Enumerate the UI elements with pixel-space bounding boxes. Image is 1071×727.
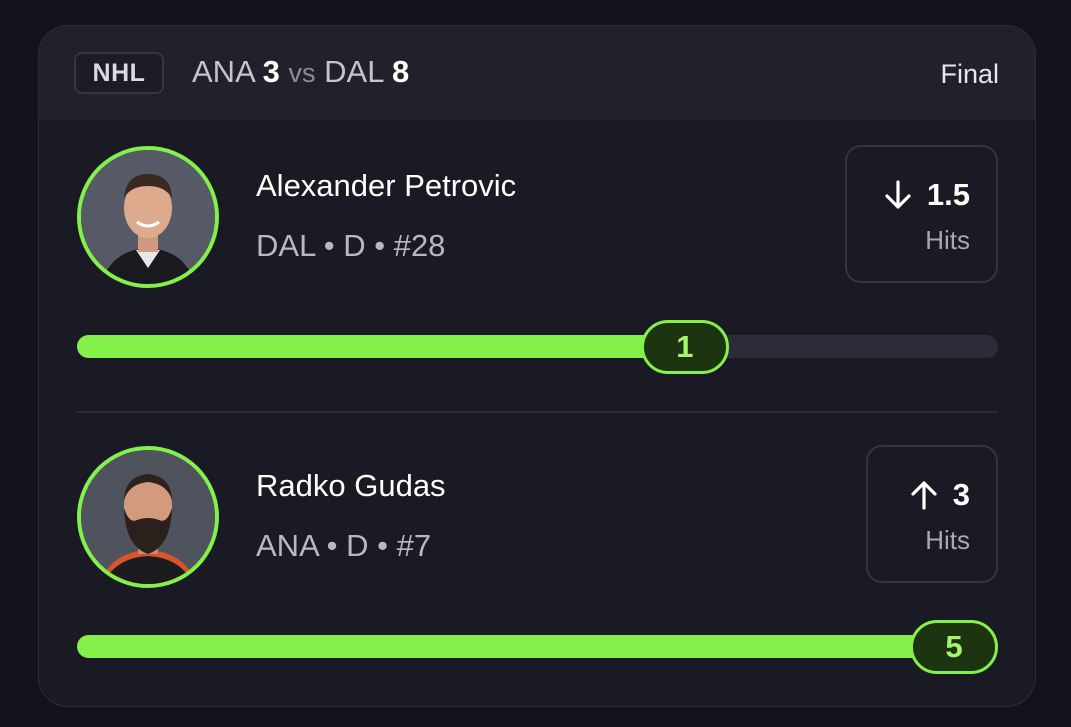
player-meta: DAL • D • #28	[256, 228, 446, 263]
progress-track: 5	[77, 619, 998, 674]
player-avatar	[77, 146, 219, 288]
prop-line-box: 1.5 Hits	[845, 145, 998, 283]
result-badge: 1	[640, 319, 729, 374]
player-avatar	[77, 446, 219, 588]
prop-line-value: 3	[952, 477, 970, 512]
player-row[interactable]: Alexander Petrovic DAL • D • #28 1.5 Hit…	[39, 26, 1035, 406]
player-headshot-icon	[81, 450, 215, 584]
player-meta: ANA • D • #7	[256, 528, 432, 563]
result-badge: 5	[910, 619, 998, 674]
player-name: Radko Gudas	[256, 468, 446, 503]
progress-fill	[77, 635, 998, 658]
row-divider	[77, 411, 998, 413]
game-card[interactable]: NHL ANA 3 vs DAL 8 Final Alexander Petro…	[38, 25, 1036, 707]
prop-line-value: 1.5	[926, 177, 970, 212]
progress-fill	[77, 335, 685, 358]
prop-line-box: 3 Hits	[866, 445, 998, 583]
player-name: Alexander Petrovic	[256, 168, 517, 203]
prop-stat-label: Hits	[925, 525, 970, 555]
progress-track: 1	[77, 319, 998, 374]
prop-stat-label: Hits	[925, 225, 970, 255]
arrow-down-icon	[885, 180, 911, 209]
arrow-up-icon	[911, 481, 937, 510]
player-headshot-icon	[81, 150, 215, 284]
